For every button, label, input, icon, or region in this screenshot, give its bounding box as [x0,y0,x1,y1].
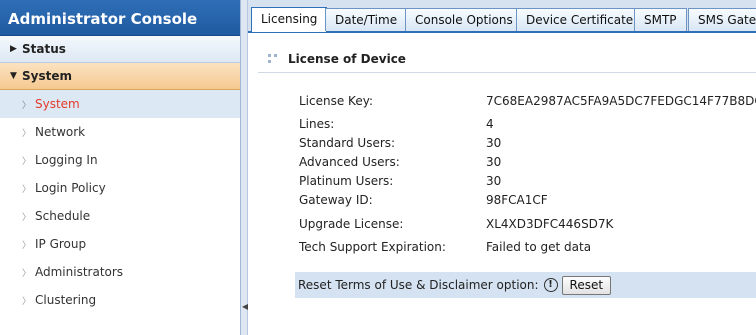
field-label: Standard Users: [299,136,396,150]
chevron-right-icon: 〉 [22,296,32,307]
console-title: Administrator Console [0,0,240,36]
tab-date-time[interactable]: Date/Time [325,8,408,31]
tab-bar: Licensing Date/Time Console Options Devi… [248,0,756,33]
sidebar-item-network[interactable]: 〉 Network [0,118,240,146]
panel-title-text: License of Device [288,52,406,66]
chevron-right-icon: 〉 [22,184,32,195]
field-label: Upgrade License: [299,217,404,231]
chevron-right-icon: 〉 [22,128,32,139]
field-label: Lines: [299,117,335,131]
advanced-users-value: 30 [486,155,502,169]
gateway-id-value: 98FCA1CF [486,193,548,207]
tab-device-certificate[interactable]: Device Certificate [516,8,644,31]
chevron-right-icon: 〉 [22,156,32,167]
section-label: Status [22,42,66,56]
panel-splitter[interactable]: ◀ [241,0,248,335]
sidebar-item-schedule[interactable]: 〉 Schedule [0,202,240,230]
field-label: Gateway ID: [299,193,373,207]
sidebar-item-label: Logging In [35,153,98,167]
sidebar-item-label: Network [35,125,86,139]
sidebar-item-label: IP Group [35,237,87,251]
sidebar-item-label: Clustering [35,293,97,307]
standard-users-value: 30 [486,136,502,150]
section-status[interactable]: ▶ Status [0,36,240,63]
sidebar-item-login-policy[interactable]: 〉 Login Policy [0,174,240,202]
sidebar: Administrator Console ▶ Status ▼ System … [0,0,241,335]
field-label: Advanced Users: [299,155,400,169]
reset-terms-row: Reset Terms of Use & Disclaimer option: … [295,272,756,298]
chevron-right-icon: 〉 [22,212,32,223]
sidebar-item-logging-in[interactable]: 〉 Logging In [0,146,240,174]
field-label: License Key: [299,94,373,108]
section-system[interactable]: ▼ System [0,63,240,90]
field-label: Tech Support Expiration: [299,240,446,254]
sidebar-item-label: Schedule [35,209,91,223]
caret-right-icon: ▶ [10,44,17,54]
chevron-right-icon: 〉 [22,268,32,279]
sidebar-item-clustering[interactable]: 〉 Clustering [0,286,240,314]
panel-title: License of Device [268,52,406,66]
upgrade-license-value: XL4XD3DFC446SD7K [486,217,614,231]
tab-console-options[interactable]: Console Options [405,8,523,31]
sidebar-item-system[interactable]: 〉 System [0,90,240,118]
tech-support-expiration-value: Failed to get data [486,240,592,254]
tab-licensing[interactable]: Licensing [251,7,328,32]
field-label: Platinum Users: [299,174,394,188]
info-icon[interactable]: ! [543,278,558,292]
drag-grip-icon [268,54,278,64]
sidebar-item-label: System [35,97,80,111]
chevron-right-icon: 〉 [22,240,32,251]
license-key-value: 7C68EA2987AC5FA9A5DC7FEDGC14F77B8DC6G [486,94,756,108]
caret-down-icon: ▼ [10,71,17,81]
section-label: System [22,69,72,83]
tab-smtp[interactable]: SMTP [634,8,687,31]
lines-value: 4 [486,117,494,131]
platinum-users-value: 30 [486,174,502,188]
sidebar-item-label: Login Policy [35,181,106,195]
reset-button[interactable]: Reset [561,275,612,295]
reset-terms-label: Reset Terms of Use & Disclaimer option: [298,278,539,292]
main-panel: Licensing Date/Time Console Options Devi… [248,0,756,335]
divider [258,72,756,73]
sidebar-item-label: Administrators [35,265,124,279]
tab-sms-gateway[interactable]: SMS Gatew [688,8,756,31]
chevron-right-icon: 〉 [22,100,32,111]
sidebar-item-ip-group[interactable]: 〉 IP Group [0,230,240,258]
sidebar-item-administrators[interactable]: 〉 Administrators [0,258,240,286]
